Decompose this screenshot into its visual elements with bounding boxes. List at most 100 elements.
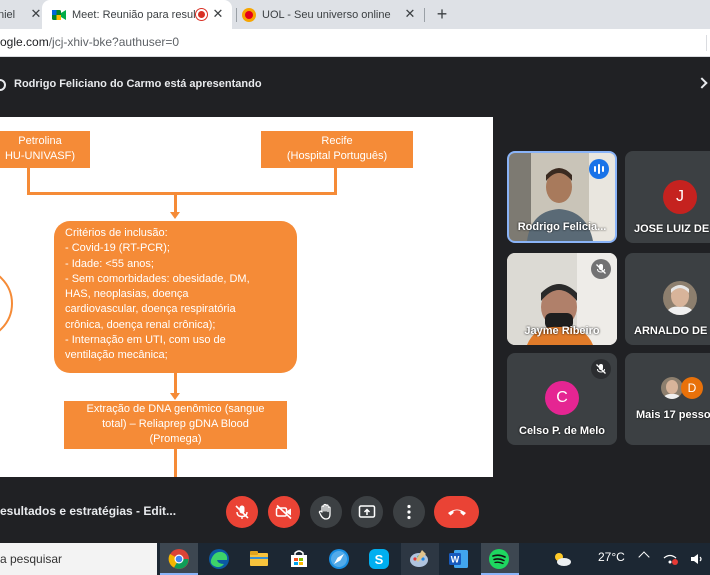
criteria-line: - Idade: <55 anos;: [65, 257, 154, 270]
uol-icon: [242, 7, 256, 22]
present-icon: [358, 505, 376, 518]
taskbar-search[interactable]: a pesquisar: [0, 543, 157, 575]
tab-close-icon[interactable]: ✕: [210, 6, 226, 22]
file-explorer-icon[interactable]: [248, 548, 270, 570]
participant-tile[interactable]: Rodrigo Felicia...: [507, 151, 617, 243]
participant-name: ARNALDO DE: [634, 325, 708, 337]
chrome-icon[interactable]: [168, 548, 190, 570]
windows-taskbar: a pesquisar S W 27°C: [0, 543, 710, 575]
presenting-text: Rodrigo Feliciano do Carmo está apresent…: [14, 78, 262, 90]
box-line: total) – Reliaprep gDNA Blood: [102, 418, 249, 430]
criteria-line: - Sem comorbidades: obesidade, DM,: [65, 272, 250, 285]
participant-tile[interactable]: D Mais 17 pesso: [625, 353, 710, 445]
tab-close-icon[interactable]: ✕: [402, 6, 418, 22]
criteria-line: crônica, doença renal crônica);: [65, 318, 216, 331]
box-line: (Promega): [149, 433, 202, 445]
url-host: ogle.com: [0, 35, 49, 49]
tab-label: UOL - Seu universo online: [262, 8, 391, 21]
tab-label: niel: [0, 8, 16, 21]
tab-divider: [424, 8, 425, 22]
chevron-right-icon[interactable]: [696, 77, 708, 89]
participant-name: Celso P. de Melo: [519, 425, 605, 437]
store-icon[interactable]: [288, 548, 310, 570]
participant-tile[interactable]: J JOSE LUIZ DE: [625, 151, 710, 243]
avatar: D: [681, 377, 703, 399]
participant-name: Jayme Ribeiro: [524, 325, 600, 337]
participant-tile[interactable]: C Celso P. de Melo: [507, 353, 617, 445]
skype-icon[interactable]: S: [368, 548, 390, 570]
criteria-line: ventilação mecânica;: [65, 349, 168, 362]
avatar-photo: [661, 377, 683, 399]
connector-line: [174, 192, 177, 213]
tab-label: Meet: Reunião para resultado: [72, 8, 197, 21]
box-dna-extraction: Extração de DNA genômico (sangue total) …: [64, 401, 287, 449]
toolbar-edge: [706, 35, 710, 51]
paint-icon[interactable]: [408, 548, 430, 570]
participant-name: Mais 17 pesso: [636, 409, 710, 421]
camera-toggle-button[interactable]: [268, 496, 300, 528]
tab-close-icon[interactable]: ✕: [28, 6, 42, 22]
box-line: Recife: [321, 135, 353, 147]
hand-icon: [318, 503, 331, 520]
meet-icon: [52, 9, 66, 20]
mic-off-icon: [235, 505, 249, 519]
camera-off-icon: [275, 504, 292, 520]
box-line: Petrolina: [18, 135, 62, 147]
present-icon: [0, 79, 6, 91]
arrow-down-icon: [170, 212, 180, 219]
criteria-line: - Internação em UTI, com uso de: [65, 334, 226, 347]
safari-icon[interactable]: [328, 548, 350, 570]
chevron-up-icon[interactable]: [638, 551, 650, 563]
mic-toggle-button[interactable]: [226, 496, 258, 528]
more-options-button[interactable]: [393, 496, 425, 528]
avatar-photo: [663, 281, 697, 315]
criteria-line: - Covid-19 (RT-PCR);: [65, 242, 170, 255]
tab-meet[interactable]: Meet: Reunião para resultado ✕: [42, 0, 232, 29]
svg-text:S: S: [375, 552, 384, 567]
box-recife: Recife (Hospital Português): [261, 131, 413, 168]
box-criteria: Critérios de inclusão: - Covid-19 (RT-PC…: [54, 221, 297, 373]
box-line: (Hospital Português): [286, 150, 388, 162]
tab-uol[interactable]: UOL - Seu universo online ✕: [232, 0, 424, 29]
edge-icon[interactable]: [208, 548, 230, 570]
shared-slide: Petrolina HU-UNIVASF) Recife (Hospital P…: [0, 117, 493, 477]
box-petrolina: Petrolina HU-UNIVASF): [0, 131, 90, 168]
mic-off-icon: [591, 259, 611, 279]
connector-line: [174, 373, 177, 394]
criteria-line: HAS, neoplasias, doença: [65, 288, 189, 301]
connector-line: [27, 168, 30, 194]
raise-hand-button[interactable]: [310, 496, 342, 528]
arrow-down-icon: [170, 393, 180, 400]
hang-up-icon: [447, 509, 466, 516]
criteria-line: cardiovascular, doença respiratória: [65, 303, 236, 316]
browser-tab-bar: niel ✕ Meet: Reunião para resultado ✕ UO…: [0, 0, 710, 29]
new-tab-button[interactable]: +: [432, 3, 452, 25]
url-text[interactable]: ogle.com/jcj-xhiv-bke?authuser=0: [0, 35, 179, 49]
weather-icon: [555, 553, 571, 566]
avatar: J: [663, 180, 697, 214]
present-now-button[interactable]: [351, 496, 383, 528]
temperature-label[interactable]: 27°C: [598, 550, 625, 564]
box-line: HU-UNIVASF): [4, 150, 76, 162]
tab-document[interactable]: niel ✕: [0, 0, 42, 29]
end-call-button[interactable]: [434, 496, 479, 528]
connector-line: [27, 192, 337, 195]
word-icon[interactable]: W: [448, 548, 470, 570]
volume-icon[interactable]: [690, 552, 704, 566]
recording-icon: [196, 9, 207, 20]
more-vert-icon: [407, 504, 411, 520]
participant-name: Rodrigo Felicia...: [517, 221, 607, 233]
connector-line: [334, 168, 337, 194]
svg-text:W: W: [451, 555, 460, 565]
participant-tile[interactable]: ARNALDO DE: [625, 253, 710, 345]
address-bar[interactable]: ogle.com/jcj-xhiv-bke?authuser=0: [0, 29, 710, 57]
participant-name: JOSE LUIZ DE: [634, 223, 710, 235]
avatar: C: [545, 381, 579, 415]
network-off-icon[interactable]: [662, 552, 678, 566]
meeting-title[interactable]: esultados e estratégias - Edit...: [0, 504, 176, 518]
spotify-icon[interactable]: [488, 548, 510, 570]
presenting-banner: Rodrigo Feliciano do Carmo está apresent…: [0, 72, 710, 100]
participant-tile[interactable]: Jayme Ribeiro: [507, 253, 617, 345]
circle-shape: [0, 267, 13, 340]
criteria-line: Critérios de inclusão:: [65, 227, 168, 239]
